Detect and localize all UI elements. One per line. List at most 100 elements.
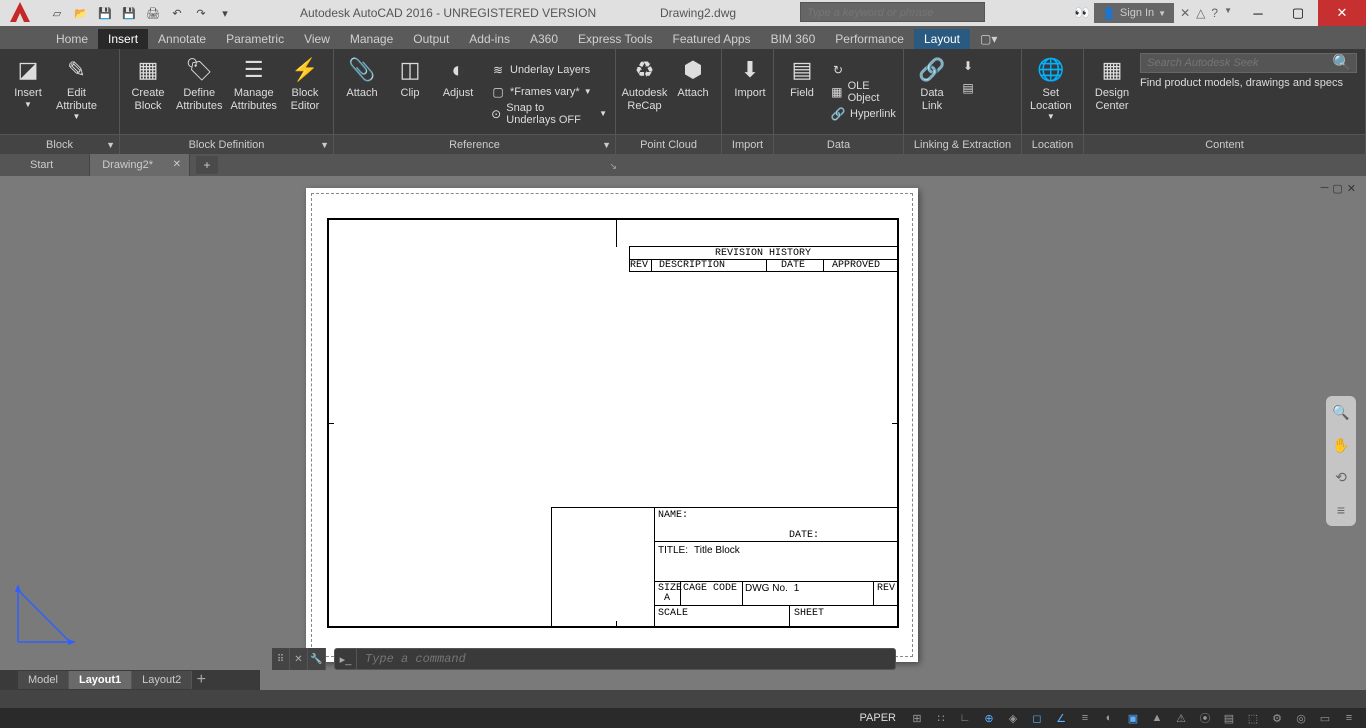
search-icon[interactable]: 🔍 (1328, 53, 1356, 73)
panel-blockdef-title[interactable]: Block Definition▼ (120, 134, 333, 154)
layout-tab-layout1[interactable]: Layout1 (69, 671, 132, 689)
dialog-launcher-icon[interactable]: ↘ (609, 161, 617, 172)
qat-new-icon[interactable]: ▱ (46, 2, 68, 24)
qat-redo-icon[interactable]: ↷ (190, 2, 212, 24)
tab-annotate[interactable]: Annotate (148, 29, 216, 49)
space-indicator[interactable]: PAPER (856, 712, 900, 724)
annoscale-icon[interactable]: ▲ (1146, 709, 1168, 727)
close-icon[interactable]: ✕ (173, 156, 181, 174)
qat-save-icon[interactable]: 💾 (94, 2, 116, 24)
doctab-drawing[interactable]: Drawing2*✕ (90, 154, 190, 176)
design-center-button[interactable]: ▦Design Center (1088, 51, 1136, 132)
nav-menu-icon[interactable]: ≡ (1337, 502, 1345, 518)
download-link-button[interactable]: ⬇ (956, 55, 980, 77)
grid-icon[interactable]: ⊞ (906, 709, 928, 727)
cmd-handle-icon[interactable]: ⠿ (272, 648, 290, 670)
tab-layout[interactable]: Layout (914, 29, 970, 49)
close-button[interactable]: ✕ (1318, 0, 1366, 26)
tab-insert[interactable]: Insert (98, 29, 148, 49)
tab-output[interactable]: Output (403, 29, 459, 49)
cleanscreen-icon[interactable]: ▭ (1314, 709, 1336, 727)
navigation-bar[interactable]: 🔍 ✋ ⟲ ≡ (1326, 396, 1356, 526)
selcycle-icon[interactable]: ▣ (1122, 709, 1144, 727)
datalink-button[interactable]: 🔗Data Link (908, 51, 956, 132)
pc-attach-button[interactable]: ⬢Attach (669, 51, 717, 132)
qprops-icon[interactable]: ▤ (1218, 709, 1240, 727)
tab-featured[interactable]: Featured Apps (663, 29, 761, 49)
layout-tab-model[interactable]: Model (18, 671, 69, 689)
qat-undo-icon[interactable]: ↶ (166, 2, 188, 24)
panel-block-title[interactable]: Block▼ (0, 134, 119, 154)
transparency-icon[interactable]: ◐ (1098, 709, 1120, 727)
tab-manage[interactable]: Manage (340, 29, 403, 49)
seek-search[interactable]: 🔍 (1140, 53, 1357, 73)
command-input[interactable] (357, 652, 895, 666)
search-input[interactable] (801, 4, 984, 22)
a360-icon[interactable]: △ (1196, 6, 1205, 20)
minimize-button[interactable]: ─ (1238, 0, 1278, 26)
pan-icon[interactable]: ✋ (1332, 437, 1349, 454)
seek-input[interactable] (1141, 57, 1328, 69)
hwacc-icon[interactable]: ⚙ (1266, 709, 1288, 727)
doctab-start[interactable]: Start (18, 154, 90, 176)
annomonitor-icon[interactable]: ⚠ (1170, 709, 1192, 727)
qat-plot-icon[interactable]: 🖨 (142, 2, 164, 24)
viewport-maximize-icon[interactable]: ▢ (1332, 182, 1342, 195)
units-icon[interactable]: ⦿ (1194, 709, 1216, 727)
viewport-minimize-icon[interactable]: ─ (1321, 182, 1329, 195)
ucs-icon[interactable] (10, 580, 80, 650)
search-binoculars-icon[interactable]: 👀 (1074, 5, 1090, 21)
polar-icon[interactable]: ⊕ (978, 709, 1000, 727)
isolate-icon[interactable]: ◎ (1290, 709, 1312, 727)
define-attributes-button[interactable]: 🏷Define Attributes (172, 51, 226, 132)
command-prompt-icon[interactable]: ▸_ (335, 648, 357, 670)
cmd-customize-icon[interactable]: 🔧 (308, 648, 326, 670)
tab-contextual-icon[interactable]: ▢▾ (970, 29, 1007, 49)
app-logo[interactable] (6, 0, 36, 28)
frames-button[interactable]: ▢*Frames vary* ▼ (486, 81, 611, 103)
updatefields-button[interactable]: ↻ (826, 59, 900, 81)
tab-home[interactable]: Home (46, 29, 98, 49)
tab-addins[interactable]: Add-ins (459, 29, 520, 49)
attach-button[interactable]: 📎Attach (338, 51, 386, 132)
ole-button[interactable]: ▦OLE Object (826, 81, 900, 103)
tab-view[interactable]: View (294, 29, 340, 49)
field-button[interactable]: ▤Field (778, 51, 826, 132)
isodraft-icon[interactable]: ◈ (1002, 709, 1024, 727)
tab-a360[interactable]: A360 (520, 29, 568, 49)
orbit-icon[interactable]: ⟲ (1335, 469, 1347, 486)
help-icon[interactable]: ? (1211, 6, 1218, 20)
qat-dropdown-icon[interactable]: ▾ (214, 2, 236, 24)
zoom-icon[interactable]: 🔍 (1332, 404, 1349, 421)
qat-saveas-icon[interactable]: 💾 (118, 2, 140, 24)
panel-reference-title[interactable]: Reference▼↘ (334, 134, 615, 154)
snap-underlays-button[interactable]: ⊙Snap to Underlays OFF ▼ (486, 103, 611, 125)
layout-tab-layout2[interactable]: Layout2 (132, 671, 192, 689)
tab-express[interactable]: Express Tools (568, 29, 662, 49)
drawing-canvas[interactable]: ─ ▢ ✕ REVISION HISTORY REV DESCRIPTION D… (0, 176, 1366, 690)
exchange-icon[interactable]: ✕ (1180, 6, 1190, 20)
add-layout-button[interactable]: + (192, 671, 210, 689)
lineweight-icon[interactable]: ≡ (1074, 709, 1096, 727)
tab-parametric[interactable]: Parametric (216, 29, 294, 49)
cmd-close-icon[interactable]: ✕ (290, 648, 308, 670)
infocenter-search[interactable] (800, 2, 985, 22)
signin-button[interactable]: 👤 Sign In ▼ (1094, 3, 1174, 23)
tab-bim360[interactable]: BIM 360 (761, 29, 826, 49)
new-doctab-button[interactable]: + (196, 156, 218, 174)
osnap-icon[interactable]: ◻ (1026, 709, 1048, 727)
snapmode-icon[interactable]: ∷ (930, 709, 952, 727)
manage-attributes-button[interactable]: ☰Manage Attributes (226, 51, 280, 132)
maximize-button[interactable]: ▢ (1278, 0, 1318, 26)
qat-open-icon[interactable]: 📂 (70, 2, 92, 24)
edit-attribute-button[interactable]: ✎ Edit Attribute▼ (52, 51, 101, 132)
recap-button[interactable]: ♻Autodesk ReCap (620, 51, 669, 132)
ortho-icon[interactable]: ∟ (954, 709, 976, 727)
viewport-close-icon[interactable]: ✕ (1347, 182, 1356, 195)
customize-status-icon[interactable]: ≡ (1338, 709, 1360, 727)
underlay-layers-button[interactable]: ≋Underlay Layers (486, 59, 611, 81)
insert-block-button[interactable]: ◪ Insert▼ (4, 51, 52, 132)
tab-performance[interactable]: Performance (825, 29, 914, 49)
clip-button[interactable]: ◫Clip (386, 51, 434, 132)
create-block-button[interactable]: ▦Create Block (124, 51, 172, 132)
